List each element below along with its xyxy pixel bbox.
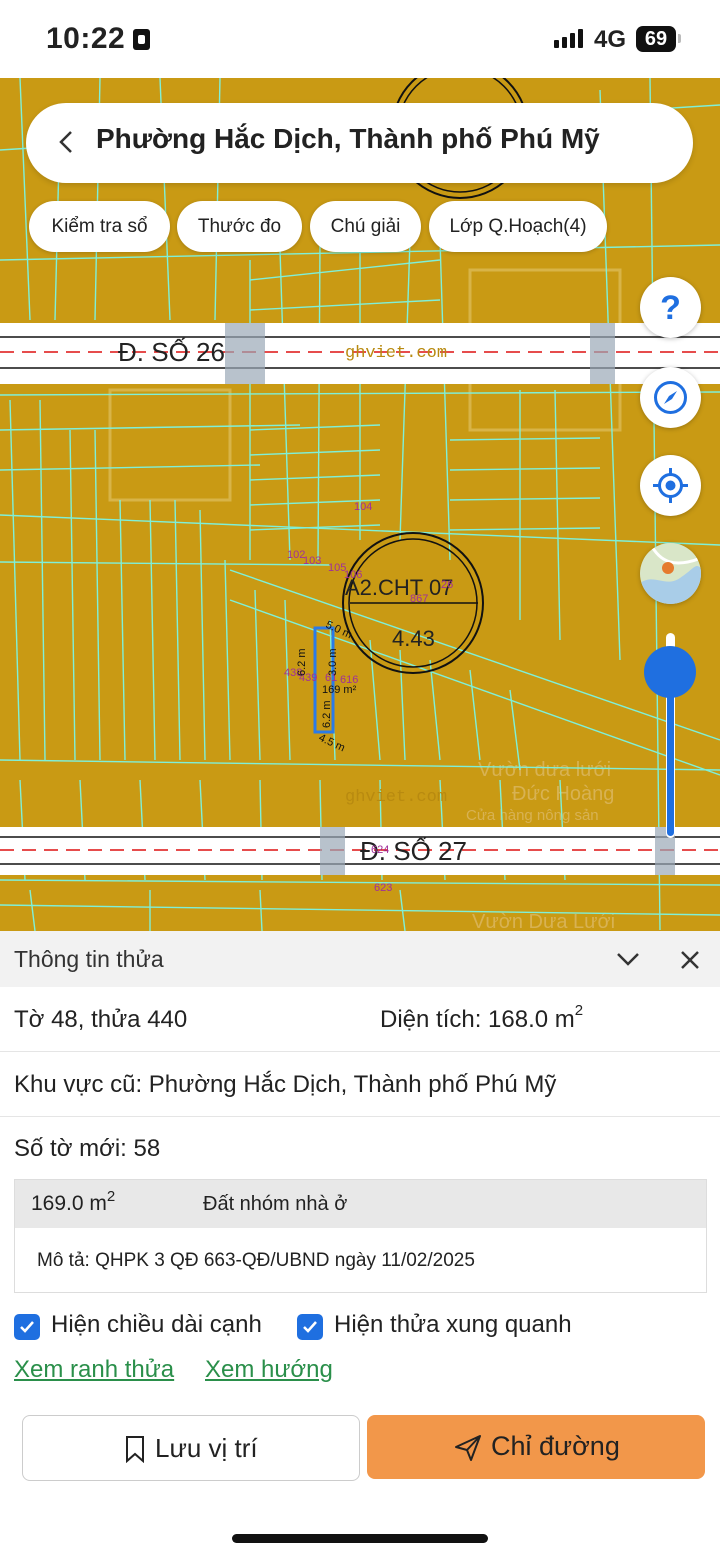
help-icon: ? [660, 289, 681, 327]
send-icon [455, 1435, 481, 1461]
show-neighbors-checkbox[interactable] [297, 1314, 323, 1340]
parcel-id-row: Tờ 48, thửa 440 Diện tích: 168.0 m2 [0, 987, 720, 1052]
zone-area: 169.0 m2 [31, 1188, 116, 1215]
edge-length: 6.2 m [321, 700, 333, 728]
parcel-number: 26 [441, 579, 453, 591]
poi-label: Vườn Dưa Lưới [472, 911, 615, 931]
show-edges-label[interactable]: Hiện chiều dài cạnh [51, 1311, 262, 1339]
parcel-number: 867 [410, 593, 428, 605]
old-area: Khu vực cũ: Phường Hắc Dịch, Thành phố P… [14, 1071, 557, 1098]
map-layer-button[interactable] [640, 543, 701, 604]
save-location-label: Lưu vị trí [155, 1433, 258, 1463]
parcel-number: 623 [374, 882, 392, 894]
zone-header: 169.0 m2 Đất nhóm nhà ở [15, 1180, 706, 1228]
home-indicator [232, 1534, 488, 1543]
status-time: 10:22 [46, 22, 126, 55]
chip-legend[interactable]: Chú giải [310, 201, 421, 252]
search-bar[interactable]: Phường Hắc Dịch, Thành phố Phú Mỹ [26, 103, 693, 183]
panel-header: Thông tin thửa [0, 931, 720, 987]
panel-title: Thông tin thửa [14, 946, 164, 972]
edge-length: 5.0 m [324, 619, 354, 642]
battery-tip [678, 34, 681, 43]
edge-length: 4.5 m [317, 732, 347, 755]
zoom-slider-fill [667, 676, 674, 836]
planning-zone-box: 169.0 m2 Đất nhóm nhà ở Mô tả: QHPK 3 QĐ… [14, 1179, 707, 1293]
parcel-number: 103 [303, 555, 321, 567]
parcel-area-label: 169 m² [322, 684, 357, 696]
location-title: Phường Hắc Dịch, Thành phố Phú Mỹ [96, 123, 600, 154]
zoom-slider-thumb[interactable] [644, 646, 696, 698]
parcel-number: 104 [354, 501, 372, 513]
directions-button[interactable]: Chỉ đường [367, 1415, 705, 1479]
battery-icon: 69 [636, 26, 676, 52]
watermark: ghviet.com [345, 344, 447, 363]
zone-value: 4.43 [392, 626, 435, 651]
save-location-button[interactable]: Lưu vị trí [22, 1415, 360, 1481]
poi-label: Cửa hàng nông sản [466, 807, 599, 824]
my-location-button[interactable] [640, 455, 701, 516]
close-icon[interactable] [677, 947, 703, 973]
area-value: Diện tích: 168.0 m2 [380, 1002, 584, 1033]
compass-button[interactable] [640, 367, 701, 428]
road-label: Đ. SỐ 26 [118, 337, 225, 367]
compass-icon [654, 381, 687, 414]
directions-label: Chỉ đường [491, 1431, 620, 1461]
checkmark-icon [20, 1321, 34, 1333]
chevron-down-icon[interactable] [614, 947, 642, 971]
chip-check-certificate[interactable]: Kiểm tra sổ [29, 201, 170, 252]
zone-type: Đất nhóm nhà ở [203, 1193, 348, 1215]
edge-length: 3.0 m [327, 648, 339, 676]
checkmark-icon [303, 1321, 317, 1333]
network-type: 4G [594, 26, 627, 53]
edge-length: 6.2 m [296, 648, 308, 676]
lock-icon [133, 29, 150, 50]
map-thumbnail-icon [640, 543, 701, 604]
poi-label: Vườn dưa lưới [478, 759, 611, 781]
watermark: ghviet.com [345, 788, 447, 807]
poi-label: Đức Hoàng [512, 783, 614, 805]
bookmark-icon [126, 1436, 144, 1463]
parcel-number: 624 [371, 844, 389, 856]
chip-ruler[interactable]: Thước đo [177, 201, 302, 252]
svg-text:?: ? [660, 289, 681, 327]
parcel-info-panel: Thông tin thửa Tờ 48, thửa 440 Diện tích… [0, 931, 720, 1557]
show-edges-checkbox[interactable] [14, 1314, 40, 1340]
sheet-parcel: Tờ 48, thửa 440 [14, 1006, 188, 1033]
parcel-number: 106 [344, 569, 362, 581]
status-bar: 10:22 4G 69 [0, 0, 720, 78]
new-sheet-row: Số tờ mới: 58 [0, 1116, 720, 1180]
old-area-row: Khu vực cũ: Phường Hắc Dịch, Thành phố P… [0, 1052, 720, 1117]
back-icon[interactable] [52, 127, 82, 157]
zone-description: Mô tả: QHPK 3 QĐ 663-QĐ/UBND ngày 11/02/… [37, 1250, 475, 1271]
view-direction-link[interactable]: Xem hướng [205, 1356, 333, 1384]
view-boundary-link[interactable]: Xem ranh thửa [14, 1356, 174, 1384]
help-button[interactable]: ? [640, 277, 701, 338]
locate-icon [653, 468, 688, 503]
new-sheet: Số tờ mới: 58 [14, 1135, 161, 1162]
show-neighbors-label[interactable]: Hiện thửa xung quanh [334, 1311, 572, 1339]
chip-planning-layers[interactable]: Lớp Q.Hoạch(4) [429, 201, 607, 252]
